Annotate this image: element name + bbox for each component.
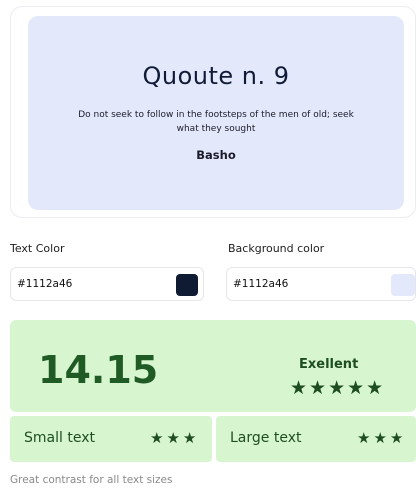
small-text-stars-icon: ★★★ — [150, 429, 200, 447]
quote-text: Do not seek to follow in the footsteps o… — [78, 110, 354, 134]
quote-preview: Quoute n. 9 Do not seek to follow in the… — [28, 16, 404, 210]
quote-author: Basho — [196, 148, 236, 162]
large-text-stars-icon: ★★★ — [357, 429, 407, 447]
rating-label: Exellent — [299, 357, 359, 372]
text-color-field[interactable]: #1112a46 — [10, 267, 204, 301]
text-color-label: Text Color — [10, 242, 65, 255]
background-color-swatch[interactable] — [391, 274, 415, 296]
quote-title: Quoute n. 9 — [142, 62, 290, 90]
contrast-note: Great contrast for all text sizes — [10, 474, 173, 486]
large-text-rating: Large text ★★★ — [216, 416, 416, 462]
background-color-label: Background color — [228, 242, 325, 255]
contrast-ratio-value: 14.15 — [38, 348, 159, 392]
text-color-swatch[interactable] — [176, 274, 198, 296]
contrast-checker: Quoute n. 9 Do not seek to follow in the… — [0, 0, 416, 492]
large-text-label: Large text — [230, 430, 302, 446]
small-text-label: Small text — [24, 430, 95, 446]
background-color-value: #1112a46 — [233, 278, 289, 290]
contrast-score-panel: 14.15 Exellent ★★★★★ — [10, 320, 416, 412]
small-text-rating: Small text ★★★ — [10, 416, 212, 462]
background-color-field[interactable]: #1112a46 — [226, 267, 416, 301]
text-color-value: #1112a46 — [17, 278, 73, 290]
rating-stars-icon: ★★★★★ — [290, 377, 386, 399]
